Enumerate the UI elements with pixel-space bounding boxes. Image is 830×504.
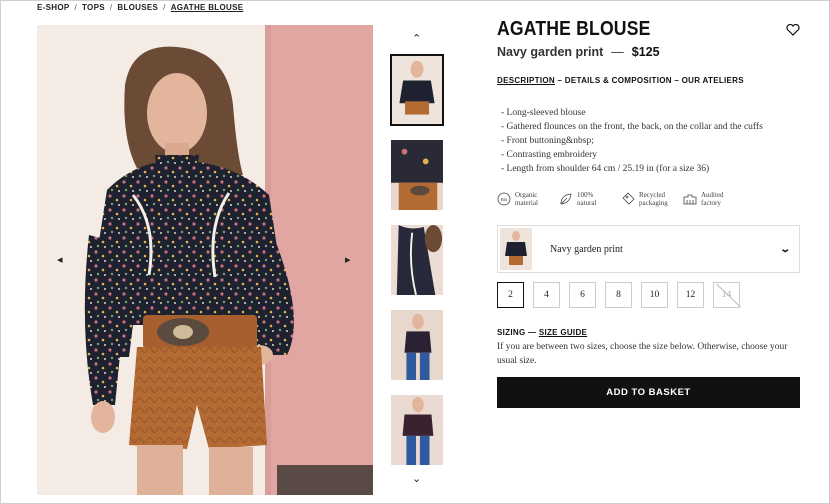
breadcrumb-blouses[interactable]: BLOUSES [117, 3, 158, 12]
badge-audited: Audited factory [683, 191, 745, 207]
svg-text:Bio: Bio [501, 197, 508, 202]
thumbnail-1-image [392, 56, 442, 124]
size-option[interactable]: 2 [497, 282, 524, 308]
previous-photo-icon[interactable]: ◂ [57, 255, 63, 266]
product-subtitle: Navy garden print — $125 [497, 45, 802, 59]
breadcrumb-separator: / [163, 3, 166, 12]
thumbnail-4-image [391, 310, 443, 380]
product-price: $125 [631, 45, 660, 59]
list-item: - Length from shoulder 64 cm / 25.19 in … [501, 164, 710, 174]
product-title: AGATHE BLOUSE [497, 18, 651, 40]
badge-line: Audited [701, 191, 724, 199]
size-selector: 2 4 6 8 10 12 14 [497, 282, 740, 308]
size-option[interactable]: 10 [641, 282, 668, 308]
badge-line: natural [577, 199, 597, 207]
thumbnail-3[interactable] [390, 224, 444, 296]
chevron-down-icon: ⌄ [778, 243, 791, 255]
subtitle-dash: — [611, 45, 624, 59]
size-guide-link[interactable]: SIZE GUIDE [539, 328, 587, 337]
sizing-label: SIZING [497, 328, 526, 337]
feature-list: - Long-sleeved blouse - Gathered flounce… [501, 106, 763, 176]
next-photo-icon[interactable]: ▸ [345, 255, 351, 266]
list-item: - Long-sleeved blouse [501, 108, 586, 118]
breadcrumb-separator: / [109, 3, 113, 12]
size-guide-text: If you are between two sizes, choose the… [497, 342, 788, 366]
add-to-basket-button[interactable]: ADD TO BASKET [497, 377, 800, 408]
badge-line: Recycled [639, 191, 666, 199]
badge-natural: 100% natural [559, 191, 621, 207]
size-guide-heading: SIZING — SIZE GUIDE [497, 328, 587, 337]
tab-our-ateliers[interactable]: OUR ATELIERS [682, 76, 744, 85]
tab-separator: – [671, 76, 682, 85]
size-option[interactable]: 6 [569, 282, 596, 308]
badge-line: packaging [639, 199, 668, 207]
thumbnail-5-image [391, 395, 443, 465]
thumbnails-up-icon[interactable]: ⌃ [412, 34, 421, 45]
recycle-tag-icon [622, 192, 635, 205]
tab-description[interactable]: DESCRIPTION [497, 76, 555, 85]
color-swatch-image [500, 228, 532, 270]
selected-color-label: Navy garden print [550, 243, 623, 255]
bio-icon: Bio [497, 192, 511, 206]
tab-separator: – [554, 76, 565, 85]
sizing-dash: — [525, 328, 539, 337]
breadcrumb: E-SHOP / TOPS / BLOUSES / AGATHE BLOUSE [37, 3, 243, 12]
color-swatch [500, 228, 532, 270]
thumbnail-2-image [391, 140, 443, 210]
badge-organic: Bio Organic material [497, 191, 559, 207]
thumbnail-4[interactable] [390, 309, 444, 381]
thumbnail-2[interactable] [390, 139, 444, 211]
product-info: AGATHE BLOUSE Navy garden print — $125 D… [497, 18, 802, 408]
leaf-icon [560, 193, 572, 205]
color-select[interactable]: Navy garden print ⌄ [497, 225, 800, 273]
factory-icon [683, 194, 697, 205]
thumbnail-5[interactable] [390, 394, 444, 466]
badge-line: 100% [577, 191, 594, 199]
product-color-name: Navy garden print [497, 45, 604, 59]
list-item: - Front buttoning&nbsp; [501, 136, 594, 146]
size-option[interactable]: 4 [533, 282, 560, 308]
sustainability-badges: Bio Organic material 100% natural Recycled… [497, 191, 745, 207]
wishlist-heart-icon[interactable] [786, 24, 800, 36]
breadcrumb-tops[interactable]: TOPS [82, 3, 105, 12]
breadcrumb-eshop[interactable]: E-SHOP [37, 3, 69, 12]
badge-recycled: Recycled packaging [621, 191, 683, 207]
model-photo-illustration [37, 25, 373, 495]
size-option[interactable]: 8 [605, 282, 632, 308]
thumbnails-down-icon[interactable]: ⌄ [412, 474, 421, 485]
description-tabs: DESCRIPTION – DETAILS & COMPOSITION – OU… [497, 76, 744, 85]
list-item: - Contrasting embroidery [501, 150, 598, 160]
main-product-photo[interactable]: ◂ ▸ [37, 25, 373, 495]
badge-line: Organic [515, 191, 538, 199]
list-item: - Gathered flounces on the front, the ba… [501, 122, 763, 132]
tab-details-composition[interactable]: DETAILS & COMPOSITION [565, 76, 672, 85]
breadcrumb-current[interactable]: AGATHE BLOUSE [171, 3, 244, 12]
size-option-unavailable[interactable]: 14 [713, 282, 740, 308]
breadcrumb-separator: / [74, 3, 78, 12]
size-option[interactable]: 12 [677, 282, 704, 308]
thumbnail-gallery: ⌃ ⌄ [388, 32, 448, 504]
thumbnail-1[interactable] [390, 54, 444, 126]
badge-line: factory [701, 199, 721, 207]
thumbnail-3-image [391, 225, 443, 295]
badge-line: material [515, 199, 538, 207]
